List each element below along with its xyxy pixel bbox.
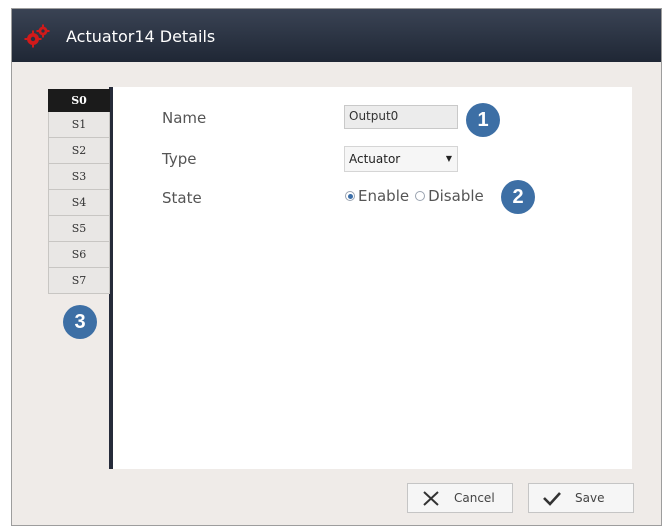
tab-s2[interactable]: S2 [48, 138, 110, 164]
dropdown-arrow-icon: ▼ [445, 154, 452, 163]
cancel-button[interactable]: Cancel [407, 483, 513, 513]
save-button[interactable]: Save [528, 483, 634, 513]
callout-marker-1: 1 [466, 103, 500, 137]
enable-radio-label[interactable]: Enable [358, 187, 409, 205]
callout-marker-2: 2 [501, 180, 535, 214]
state-label: State [162, 189, 202, 207]
tab-s0[interactable]: S0 [48, 89, 110, 112]
title-bar: Actuator14 Details [12, 9, 661, 62]
type-select[interactable]: Actuator ▼ [344, 146, 458, 172]
gears-icon [24, 24, 50, 48]
tab-s6[interactable]: S6 [48, 242, 110, 268]
slot-tabs: S0 S1 S2 S3 S4 S5 S6 S7 [48, 89, 110, 294]
cancel-button-label: Cancel [454, 491, 495, 505]
type-select-value: Actuator [349, 152, 401, 166]
callout-marker-3: 3 [63, 305, 97, 339]
checkmark-icon [543, 489, 561, 507]
close-icon [422, 489, 440, 507]
disable-radio[interactable] [415, 191, 426, 201]
tab-s3[interactable]: S3 [48, 164, 110, 190]
tab-s5[interactable]: S5 [48, 216, 110, 242]
enable-radio[interactable] [345, 191, 355, 201]
name-label: Name [162, 109, 207, 127]
save-button-label: Save [575, 491, 605, 505]
window-title: Actuator14 Details [66, 27, 216, 46]
details-panel [109, 87, 632, 469]
type-label: Type [162, 150, 197, 168]
name-field[interactable]: Output0 [344, 105, 458, 129]
tab-s1[interactable]: S1 [48, 112, 110, 138]
tab-s4[interactable]: S4 [48, 190, 110, 216]
disable-radio-label[interactable]: Disable [428, 187, 484, 205]
actuator-details-window: Actuator14 Details S0 S1 S2 S3 S4 S5 S6 … [11, 8, 662, 526]
tab-s7[interactable]: S7 [48, 268, 110, 294]
state-radio-group: Enable Disable [345, 187, 490, 205]
